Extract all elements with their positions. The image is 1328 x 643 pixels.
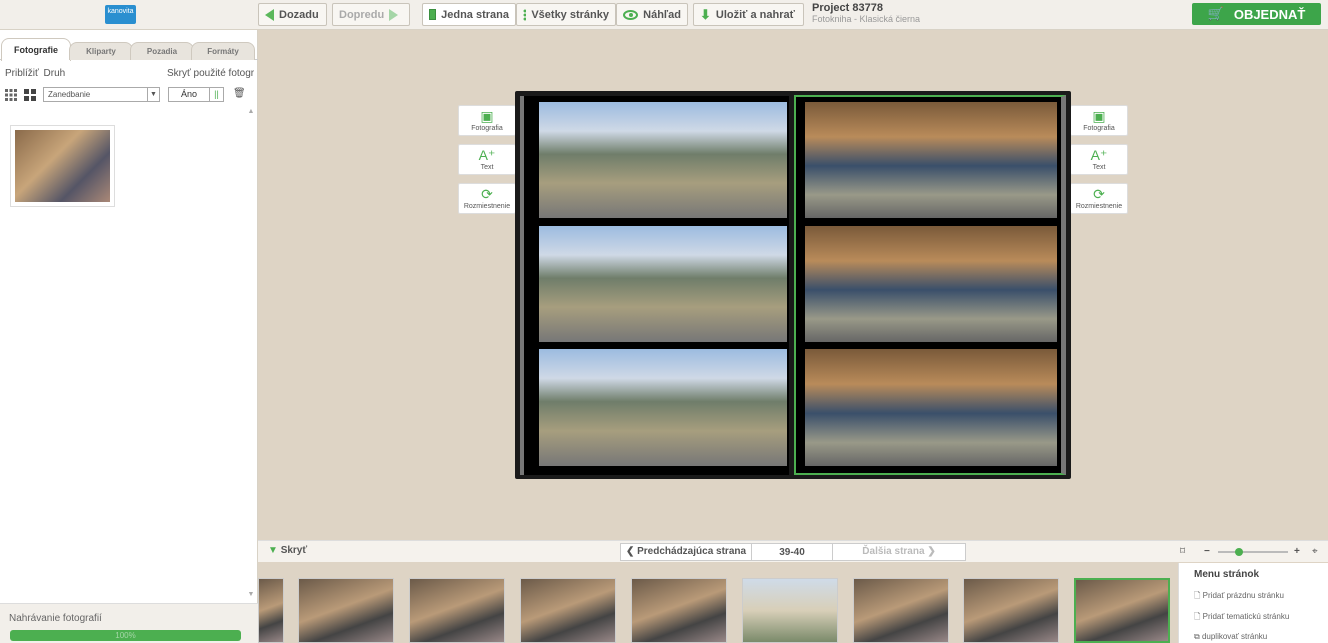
add-text-left-button[interactable]: A⁺ Text <box>458 144 516 175</box>
upload-progress: Nahrávanie fotografií 100% <box>0 603 258 643</box>
layout-left-button[interactable]: ⟳ Rozmiestnenie <box>458 183 516 214</box>
toggle-bars-icon: || <box>209 88 223 101</box>
duplicate-page-item[interactable]: ⧉ duplikovať stránku <box>1194 632 1267 642</box>
page-editor: ▣ Fotografia A⁺ Text ⟳ Rozmiestnenie ▣ Fotog… <box>258 30 1328 540</box>
photo-slot[interactable] <box>805 349 1057 466</box>
photo-slot[interactable] <box>539 349 787 466</box>
single-page-icon <box>429 9 439 20</box>
triangle-down-icon: ▼ <box>268 545 278 556</box>
hide-strip-button[interactable]: ▼ Skryť <box>268 545 307 556</box>
project-subtitle: Fotokniha - Klasická čierna <box>812 14 921 24</box>
zoom-in-icon[interactable]: + <box>1294 546 1300 557</box>
right-page[interactable] <box>794 95 1066 475</box>
previous-page-button[interactable]: ❮ Predchádzajúca strana <box>620 543 752 561</box>
back-button[interactable]: Dozadu <box>258 3 327 26</box>
eye-icon <box>623 9 639 20</box>
trash-icon[interactable]: 🗑 <box>233 88 246 99</box>
page-thumbnail[interactable] <box>631 578 727 643</box>
photo-thumbnail[interactable] <box>10 125 115 207</box>
page-menu: Menu stránok 🗋 Pridať prázdnu stránku 🗋 … <box>1178 563 1328 643</box>
fit-width-icon[interactable]: ⌖ <box>1312 546 1318 557</box>
page-thumbnail[interactable] <box>298 578 394 643</box>
zoom-label: Priblížiť <box>5 68 39 79</box>
upload-label: Nahrávanie fotografií <box>9 613 102 624</box>
photo-slot[interactable] <box>539 226 787 342</box>
photo-slot[interactable] <box>805 226 1057 342</box>
order-button[interactable]: 🛒 OBJEDNAŤ <box>1192 3 1321 25</box>
hide-used-label: Skryť použité fotogr <box>167 68 255 79</box>
chevron-left-icon: ❮ <box>625 546 635 557</box>
refresh-icon: ⟳ <box>1093 186 1105 202</box>
chevron-down-icon: ▼ <box>147 88 159 101</box>
page-thumbnail[interactable] <box>853 578 949 643</box>
page-thumbnail[interactable] <box>258 578 284 643</box>
save-upload-button[interactable]: ⬇ Uložiť a nahrať <box>693 3 804 26</box>
chevron-right-icon: ❯ <box>927 546 936 557</box>
page-thumbnail[interactable] <box>742 578 838 643</box>
add-photo-left-button[interactable]: ▣ Fotografia <box>458 105 516 136</box>
project-title: Project 83778 <box>812 2 883 14</box>
page-thumbnails-strip <box>258 563 1178 643</box>
image-plus-icon: ▣ <box>1092 108 1106 124</box>
add-theme-page-item[interactable]: 🗋 Pridať tematickú stránku <box>1194 611 1289 625</box>
tab-cliparts[interactable]: Kliparty <box>69 42 133 60</box>
page-menu-title: Menu stránok <box>1194 569 1260 580</box>
text-plus-icon: A⁺ <box>478 147 496 163</box>
forward-arrow-icon <box>389 8 399 21</box>
refresh-icon: ⟳ <box>481 186 493 202</box>
small-grid-icon[interactable] <box>5 89 17 101</box>
add-photo-right-button[interactable]: ▣ Fotografia <box>1070 105 1128 136</box>
page-number: 39-40 <box>752 543 832 561</box>
large-grid-icon[interactable] <box>24 89 36 101</box>
scroll-down-icon: ▼ <box>247 591 255 598</box>
tab-photos[interactable]: Fotografie <box>1 38 71 61</box>
upload-progress-bar: 100% <box>10 630 241 641</box>
image-plus-icon: ▣ <box>480 108 494 124</box>
single-page-button[interactable]: Jedna strana <box>422 3 516 26</box>
grid-icon <box>523 8 527 21</box>
page-plus-icon: 🗋 <box>1194 612 1201 621</box>
scrollbar[interactable]: ▲ ▼ <box>246 108 256 598</box>
kanovita-logo: kanovita <box>105 5 136 24</box>
back-arrow-icon <box>265 8 274 21</box>
type-label: Druh <box>43 68 66 79</box>
page-plus-icon: 🗋 <box>1194 591 1201 600</box>
page-thumbnail[interactable] <box>963 578 1059 643</box>
duplicate-icon: ⧉ <box>1194 632 1200 641</box>
hide-used-toggle[interactable]: Áno || <box>168 87 224 102</box>
text-plus-icon: A⁺ <box>1090 147 1108 163</box>
preview-button[interactable]: Náhľad <box>616 3 688 26</box>
zoom-out-icon[interactable]: − <box>1204 546 1210 557</box>
add-empty-page-item[interactable]: 🗋 Pridať prázdnu stránku <box>1194 590 1284 604</box>
left-panel: Fotografie Kliparty Pozadia Formáty Prib… <box>0 30 258 643</box>
tab-backgrounds[interactable]: Pozadia <box>130 42 194 60</box>
scroll-up-icon: ▲ <box>247 108 255 115</box>
layout-right-button[interactable]: ⟳ Rozmiestnenie <box>1070 183 1128 214</box>
next-page-button[interactable]: Ďalšia strana ❯ <box>832 543 966 561</box>
forward-button[interactable]: Dopredu <box>332 3 410 26</box>
left-page[interactable] <box>520 96 789 475</box>
photo-slot[interactable] <box>539 102 787 218</box>
photo-image <box>15 130 110 202</box>
project-info: Project 83778 Fotokniha - Klasická čiern… <box>812 3 920 25</box>
all-pages-button[interactable]: Všetky stránky <box>516 3 616 26</box>
panel-tabs: Fotografie Kliparty Pozadia Formáty <box>0 38 258 61</box>
zoom-slider[interactable] <box>1218 551 1288 553</box>
cart-icon: 🛒 <box>1207 6 1224 21</box>
sort-select[interactable]: Zanedbanie ▼ <box>43 87 160 102</box>
photobook-spread <box>515 91 1071 479</box>
photo-slot[interactable] <box>805 102 1057 218</box>
photo-options: Priblížiť Druh Skryť použité fotogr <box>5 68 254 79</box>
tab-formats[interactable]: Formáty <box>191 42 255 60</box>
fit-icon[interactable]: ⌑ <box>1180 546 1185 557</box>
download-icon: ⬇ <box>700 6 711 22</box>
page-thumbnail[interactable] <box>520 578 616 643</box>
add-text-right-button[interactable]: A⁺ Text <box>1070 144 1128 175</box>
page-thumbnail-selected[interactable] <box>1074 578 1170 643</box>
page-navigation: ▼ Skryť ❮ Predchádzajúca strana 39-40 Ďa… <box>258 540 1328 562</box>
page-thumbnail[interactable] <box>409 578 505 643</box>
zoom-slider-knob[interactable] <box>1235 548 1243 556</box>
top-toolbar: kanovita Dozadu Dopredu Jedna strana Vše… <box>0 0 1328 30</box>
zoom-control[interactable]: ⌑ − + ⌖ <box>1180 546 1325 558</box>
